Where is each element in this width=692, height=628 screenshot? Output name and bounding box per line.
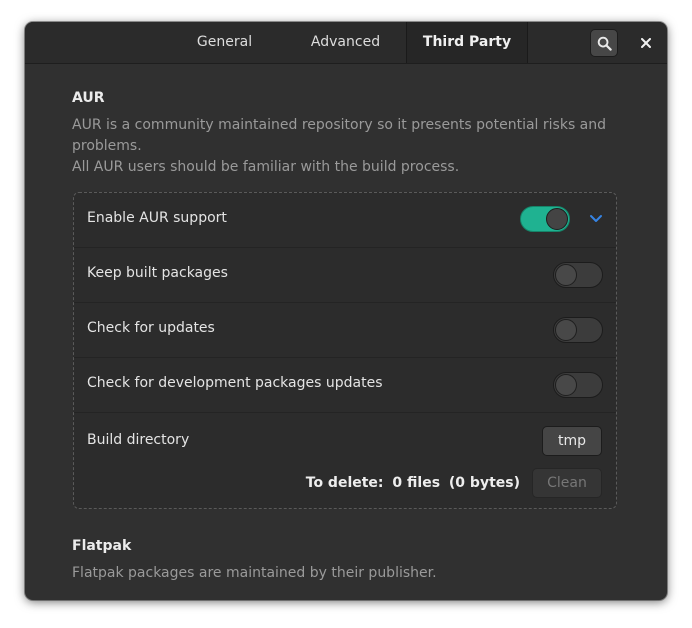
keep-built-packages-row: Keep built packages [74,248,616,303]
keep-built-packages-label: Keep built packages [87,265,228,281]
preferences-window: General Advanced Third Party AUR AUR is … [25,22,667,600]
enable-aur-label: Enable AUR support [87,210,227,226]
tab-advanced[interactable]: Advanced [287,22,404,63]
check-devel-updates-switch[interactable] [553,372,603,398]
check-updates-row: Check for updates [74,303,616,358]
close-button[interactable] [632,29,660,57]
tab-general[interactable]: General [167,22,282,63]
switch-knob [555,374,577,396]
aur-section-title: AUR [72,90,105,106]
to-delete-bytes: (0 bytes) [448,475,520,491]
to-delete-label: To delete: [305,475,384,491]
search-button[interactable] [590,29,618,57]
aur-description: AUR is a community maintained repository… [72,115,632,178]
flatpak-description: Flatpak packages are maintained by their… [72,565,437,581]
check-devel-updates-row: Check for development packages updates [74,358,616,413]
enable-aur-switch[interactable] [520,206,570,232]
flatpak-section-title: Flatpak [72,538,132,554]
keep-built-packages-switch[interactable] [553,262,603,288]
header-bar: General Advanced Third Party [25,22,667,64]
check-updates-switch[interactable] [553,317,603,343]
switch-knob [555,319,577,341]
check-devel-updates-label: Check for development packages updates [87,375,383,391]
to-delete-files: 0 files [392,475,441,491]
to-delete-summary: To delete: 0 files (0 bytes) [306,475,520,491]
build-directory-label: Build directory [87,432,190,448]
tab-third-party[interactable]: Third Party [406,22,528,63]
close-icon [641,38,651,48]
third-party-page: AUR AUR is a community maintained reposi… [25,64,667,600]
search-icon [597,36,612,51]
switch-knob [555,264,577,286]
check-updates-label: Check for updates [87,320,215,336]
clean-button[interactable]: Clean [532,468,602,498]
aur-settings-list: Enable AUR support Keep built packages C… [73,192,617,509]
enable-aur-row[interactable]: Enable AUR support [74,193,616,248]
aur-description-line1: AUR is a community maintained repository… [72,117,607,154]
build-directory-button[interactable]: tmp [542,426,602,456]
switch-knob [546,208,568,230]
aur-description-line2: All AUR users should be familiar with th… [72,159,460,175]
chevron-down-icon[interactable] [589,214,603,224]
